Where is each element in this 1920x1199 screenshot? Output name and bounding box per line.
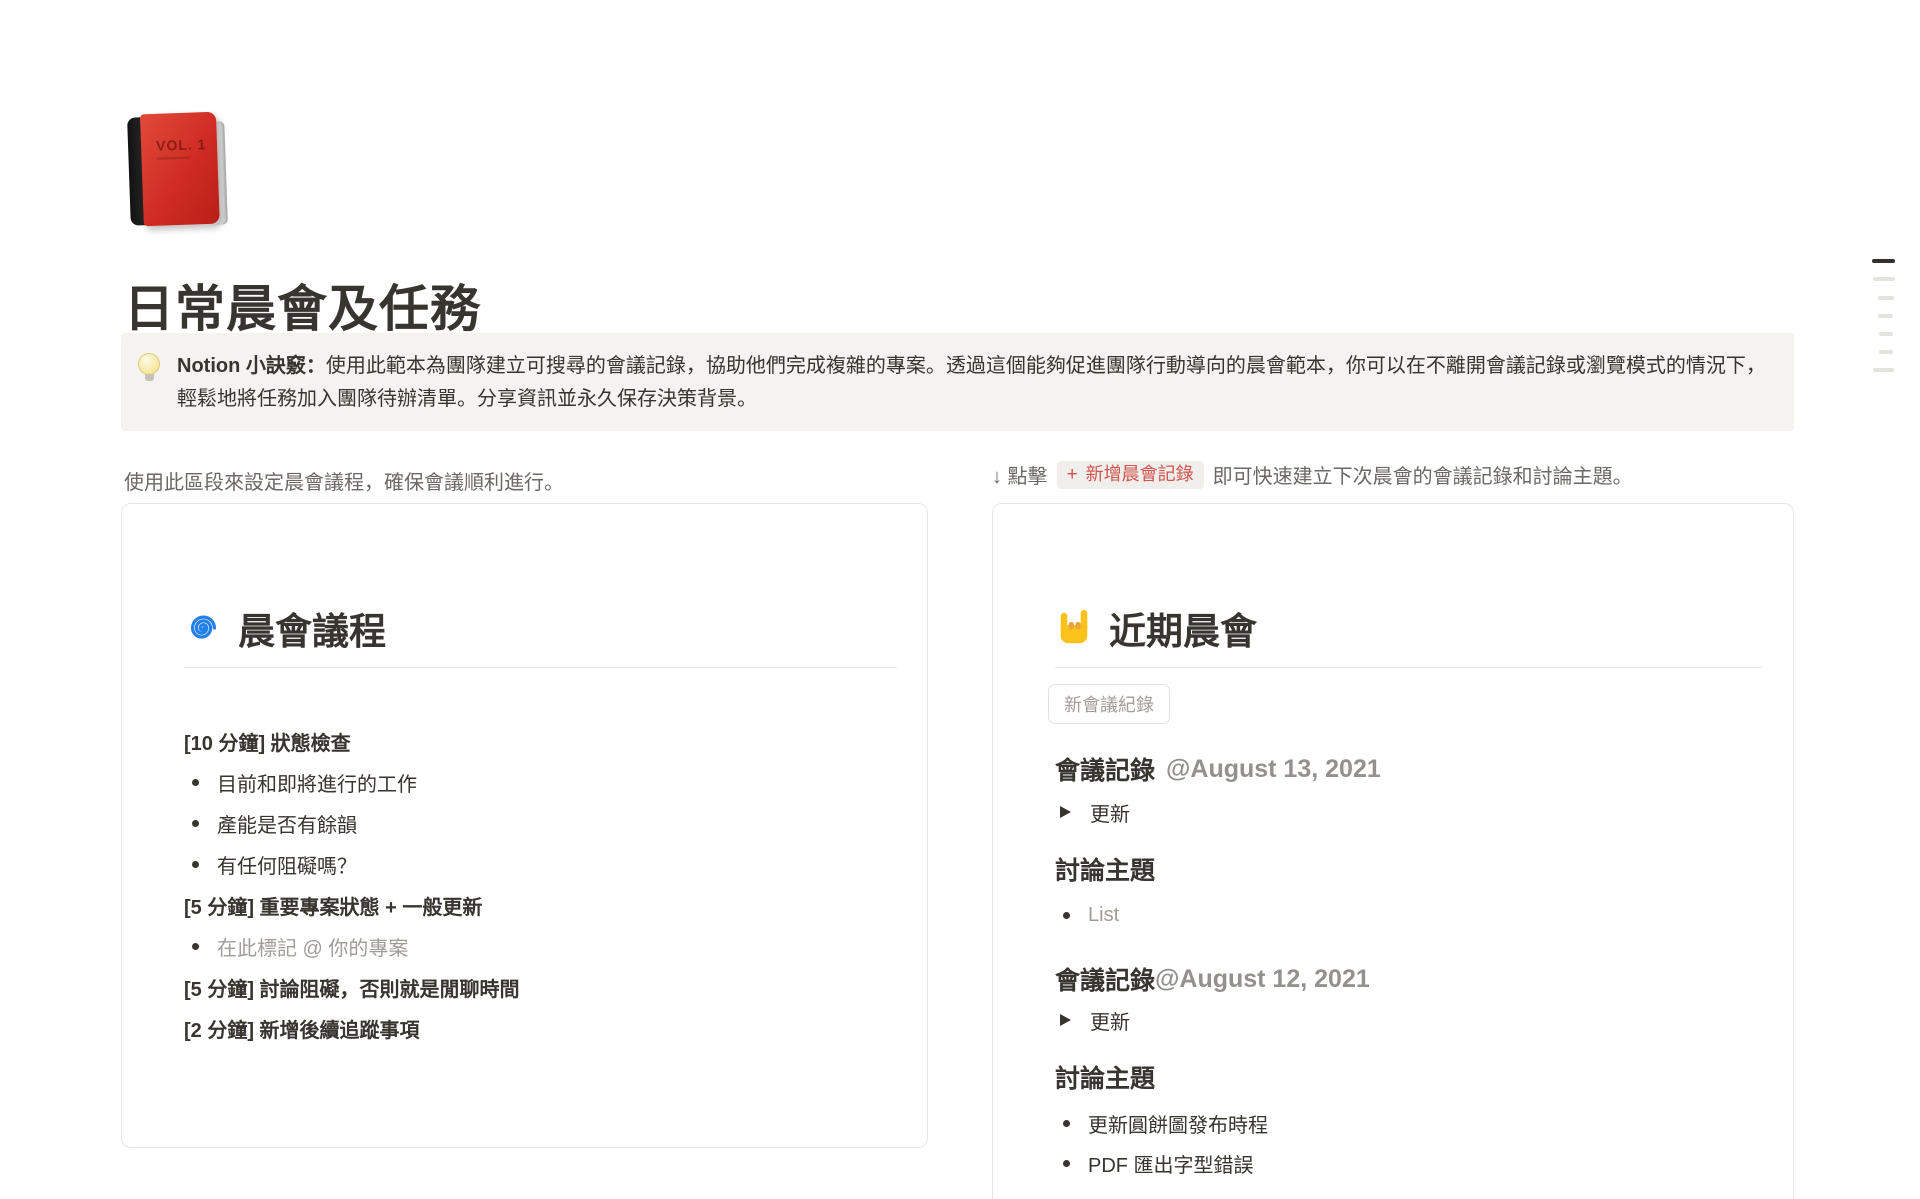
outline-bar[interactable] xyxy=(1879,332,1893,336)
right-intro-prefix: ↓ 點擊 xyxy=(992,460,1048,489)
closed-book-icon: VOL. 1 xyxy=(127,111,231,232)
meeting-title: 會議記錄 xyxy=(1055,751,1155,787)
agenda-card-header: 晨會議程 xyxy=(184,602,897,654)
agenda-heading[interactable]: 晨會議程 xyxy=(238,601,386,655)
recent-meetings-card: 近期晨會 新會議紀錄 會議記錄 @August 13, 2021 更新 討論主題… xyxy=(992,503,1794,1199)
agenda-item-label: 產能是否有餘韻 xyxy=(217,809,357,838)
agenda-item-label: 有任何阻礙嗎？ xyxy=(217,850,357,879)
sign-of-the-horns-icon xyxy=(1055,609,1093,647)
agenda-item: [5 分鐘] 重要專案狀態 + 一般更新 xyxy=(184,885,891,926)
meetings-card-header: 近期晨會 xyxy=(1055,602,1763,654)
toggle-label: 更新 xyxy=(1090,798,1130,827)
agenda-item: [2 分鐘] 新增後續追蹤事項 xyxy=(184,1008,891,1049)
outline-bar[interactable] xyxy=(1873,277,1895,281)
bullet-icon xyxy=(192,861,199,868)
toggle-triangle-icon[interactable] xyxy=(1060,1014,1071,1026)
tip-callout: Notion 小訣竅：使用此範本為團隊建立可搜尋的會議記錄，協助他們完成複雜的專… xyxy=(121,333,1794,431)
topic-placeholder: List xyxy=(1088,904,1119,927)
toggle-label: 更新 xyxy=(1090,1006,1130,1035)
book-cover: VOL. 1 xyxy=(140,112,220,227)
agenda-bullet-item: 目前和即將進行的工作 xyxy=(184,762,891,803)
new-meeting-note-button[interactable]: 新會議紀錄 xyxy=(1048,684,1170,724)
meetings-list: 會議記錄 @August 13, 2021 更新 討論主題 List 會議記錄 … xyxy=(1055,744,1757,1182)
bullet-icon xyxy=(192,943,199,950)
bullet-icon xyxy=(1063,1160,1070,1167)
agenda-divider xyxy=(184,667,897,668)
bullet-icon xyxy=(192,820,199,827)
page-title[interactable]: 日常晨會及任務 xyxy=(124,280,481,338)
plus-icon: + xyxy=(1067,465,1078,484)
right-column-intro: ↓ 點擊 + 新增晨會記錄 即可快速建立下次晨會的會議記錄和討論主題。 xyxy=(992,460,1633,489)
outline-bar[interactable] xyxy=(1879,350,1893,354)
agenda-item-label: 目前和即將進行的工作 xyxy=(217,768,417,797)
bullet-icon xyxy=(1063,912,1070,919)
meetings-heading[interactable]: 近期晨會 xyxy=(1109,601,1257,655)
page-icon-closed-book[interactable]: VOL. 1 xyxy=(129,113,229,231)
notion-page: VOL. 1 日常晨會及任務 Notion 小訣竅：使用此範本為團隊建立可搜尋的… xyxy=(0,0,1920,1199)
agenda-bullet-item: 有任何阻礙嗎？ xyxy=(184,844,891,885)
topic-label: PDF 匯出字型錯誤 xyxy=(1088,1149,1254,1178)
date-mention[interactable]: @August 12, 2021 xyxy=(1155,965,1370,994)
outline-widget[interactable] xyxy=(1869,254,1899,376)
agenda-bullet-item: 在此標記 @ 你的專案 xyxy=(184,926,891,967)
topic-item: 更新圓餅圖發布時程 xyxy=(1055,1104,1757,1142)
add-meeting-note-chip: + 新增晨會記錄 xyxy=(1057,461,1204,489)
agenda-card: 晨會議程 [10 分鐘] 狀態檢查 目前和即將進行的工作 產能是否有餘韻 有任何… xyxy=(121,503,928,1148)
agenda-item-label: [10 分鐘] 狀態檢查 xyxy=(184,727,351,756)
meeting-title: 會議記錄 xyxy=(1055,961,1155,997)
outline-bar[interactable] xyxy=(1872,259,1895,263)
right-intro-suffix: 即可快速建立下次晨會的會議記錄和討論主題。 xyxy=(1213,460,1633,489)
bullet-icon xyxy=(192,779,199,786)
date-mention[interactable]: @August 13, 2021 xyxy=(1166,755,1381,784)
bullet-icon xyxy=(1063,1120,1070,1127)
callout-text: Notion 小訣竅：使用此範本為團隊建立可搜尋的會議記錄，協助他們完成複雜的專… xyxy=(177,350,1768,415)
agenda-item-placeholder: 在此標記 @ 你的專案 xyxy=(217,932,408,961)
outline-bar[interactable] xyxy=(1878,314,1893,318)
cyclone-icon xyxy=(184,609,222,647)
add-meeting-note-chip-label: 新增晨會記錄 xyxy=(1086,465,1194,483)
agenda-list: [10 分鐘] 狀態檢查 目前和即將進行的工作 產能是否有餘韻 有任何阻礙嗎？ … xyxy=(184,721,891,1049)
agenda-item-label: [2 分鐘] 新增後續追蹤事項 xyxy=(184,1014,420,1043)
agenda-item: [5 分鐘] 討論阻礙，否則就是閒聊時間 xyxy=(184,967,891,1008)
meeting-entry-title: 會議記錄 @August 12, 2021 xyxy=(1055,956,1757,1002)
meetings-divider xyxy=(1055,667,1763,668)
toggle-triangle-icon[interactable] xyxy=(1060,806,1071,818)
topic-item: List xyxy=(1055,896,1757,934)
callout-bold-label: Notion 小訣竅： xyxy=(177,355,326,377)
topics-heading: 討論主題 xyxy=(1055,1058,1757,1096)
agenda-bullet-item: 產能是否有餘韻 xyxy=(184,803,891,844)
light-bulb-icon xyxy=(136,353,162,415)
left-column-intro: 使用此區段來設定晨會議程，確保會議順利進行。 xyxy=(124,466,564,495)
outline-bar[interactable] xyxy=(1878,296,1894,300)
toggle-row-updates[interactable]: 更新 xyxy=(1055,794,1757,830)
book-byline xyxy=(156,157,190,160)
meeting-entry-title: 會議記錄 @August 13, 2021 xyxy=(1055,744,1757,794)
agenda-item-label: [5 分鐘] 討論阻礙，否則就是閒聊時間 xyxy=(184,973,520,1002)
topic-label: 更新圓餅圖發布時程 xyxy=(1088,1109,1268,1138)
topic-item: PDF 匯出字型錯誤 xyxy=(1055,1144,1757,1182)
topics-heading: 討論主題 xyxy=(1055,850,1757,888)
agenda-item: [10 分鐘] 狀態檢查 xyxy=(184,721,891,762)
callout-body: 使用此範本為團隊建立可搜尋的會議記錄，協助他們完成複雜的專案。透過這個能夠促進團… xyxy=(177,355,1766,410)
book-caption: VOL. 1 xyxy=(156,136,207,154)
agenda-item-label: [5 分鐘] 重要專案狀態 + 一般更新 xyxy=(184,891,482,920)
toggle-row-updates[interactable]: 更新 xyxy=(1055,1002,1757,1038)
outline-bar[interactable] xyxy=(1873,368,1894,372)
